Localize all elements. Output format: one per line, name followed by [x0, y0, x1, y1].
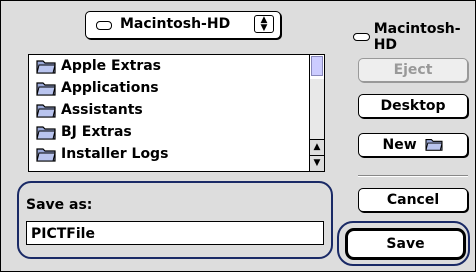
- popup-arrows-icon: ▲ ▼: [254, 15, 274, 33]
- desktop-button[interactable]: Desktop: [358, 94, 468, 118]
- cancel-button[interactable]: Cancel: [358, 188, 468, 212]
- list-item-label: BJ Extras: [61, 124, 132, 140]
- disk-icon: [96, 21, 112, 30]
- folder-icon: [36, 104, 56, 118]
- scrollbar[interactable]: ▲ ▼: [309, 55, 324, 171]
- divider: [358, 175, 468, 177]
- file-list[interactable]: Apple Extras Applications Assistants BJ …: [28, 54, 325, 172]
- folder-icon: [36, 60, 56, 74]
- list-item[interactable]: BJ Extras: [35, 121, 132, 143]
- folder-icon: [424, 139, 443, 151]
- folder-icon: [36, 126, 56, 140]
- new-folder-label: New: [382, 137, 417, 153]
- folder-icon: [36, 148, 56, 162]
- list-item[interactable]: Installer Logs: [35, 143, 168, 165]
- list-item-label: Apple Extras: [61, 58, 162, 74]
- list-item[interactable]: Assistants: [35, 99, 143, 121]
- folder-icon: [36, 82, 56, 96]
- location-popup[interactable]: Macintosh-HD ▲ ▼: [85, 11, 281, 39]
- list-item-label: Installer Logs: [61, 146, 169, 162]
- save-dialog: Macintosh-HD ▲ ▼ Macintosh-HD Apple Extra…: [0, 0, 476, 272]
- scroll-down-arrow-icon[interactable]: ▼: [310, 155, 324, 171]
- scroll-track[interactable]: [310, 79, 324, 139]
- eject-button[interactable]: Eject: [358, 58, 468, 82]
- list-item-label: Assistants: [61, 102, 143, 118]
- list-item[interactable]: Apple Extras: [35, 55, 161, 77]
- volume-name-label: Macintosh-HD: [373, 21, 461, 53]
- new-folder-button[interactable]: New: [358, 133, 468, 157]
- disk-icon: [353, 33, 370, 41]
- list-item[interactable]: Applications: [35, 77, 159, 99]
- save-as-input[interactable]: PICTFile: [26, 221, 324, 245]
- save-button[interactable]: Save: [345, 228, 466, 260]
- location-popup-label: Macintosh-HD: [120, 16, 231, 32]
- scroll-thumb[interactable]: [311, 56, 323, 76]
- save-as-group: [17, 181, 333, 259]
- volume-name: Macintosh-HD: [353, 21, 475, 53]
- scroll-up-arrow-icon[interactable]: ▲: [310, 139, 324, 155]
- list-item-label: Applications: [61, 80, 159, 96]
- save-as-label: Save as:: [26, 197, 93, 213]
